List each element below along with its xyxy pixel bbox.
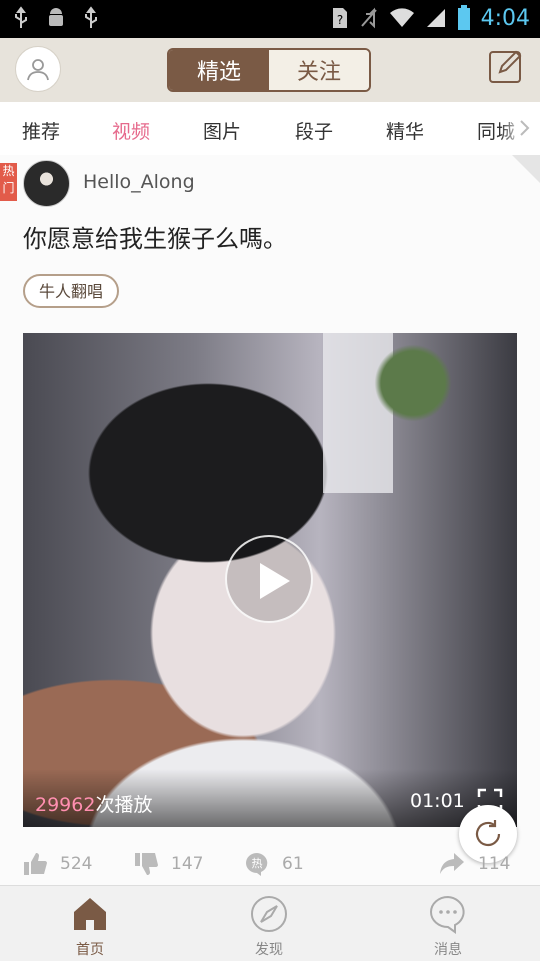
video-duration: 01:01	[410, 790, 465, 812]
refresh-icon	[475, 820, 501, 847]
thumbs-down-icon	[135, 853, 158, 875]
tab-recommend[interactable]: 推荐	[22, 117, 60, 144]
comment-count: 61	[282, 854, 304, 874]
dislike-action[interactable]: 147	[133, 851, 203, 877]
compass-icon	[251, 896, 287, 932]
wifi-icon	[389, 8, 414, 27]
video-player[interactable]: 29962次播放 01:01	[23, 333, 517, 827]
tab-pictures[interactable]: 图片	[203, 117, 241, 144]
home-icon	[74, 898, 106, 930]
thumbs-up-icon	[24, 853, 47, 875]
android-icon	[49, 8, 63, 26]
post-card: 热门 Hello_Along 你愿意给我生猴子么嗎。 牛人翻唱 29962次播放…	[0, 155, 540, 885]
avatar[interactable]	[23, 160, 70, 207]
username[interactable]: Hello_Along	[83, 171, 195, 193]
nav-messages[interactable]: 消息	[388, 886, 508, 961]
chat-bubble-icon	[430, 895, 465, 934]
tab-video[interactable]: 视频	[112, 117, 150, 144]
tab-jokes[interactable]: 段子	[295, 117, 333, 144]
segment-following[interactable]: 关注	[269, 50, 369, 90]
clock: 4:04	[480, 5, 530, 31]
share-action[interactable]: 114	[438, 851, 510, 877]
profile-button[interactable]	[15, 46, 61, 92]
dislike-count: 147	[171, 854, 204, 874]
play-button[interactable]	[225, 535, 313, 623]
feed-segment-control: 精选 关注	[167, 48, 371, 92]
user-icon	[27, 59, 49, 81]
topic-tag[interactable]: 牛人翻唱	[23, 274, 120, 308]
usb-icon	[85, 6, 97, 28]
category-tabs: 推荐 视频 图片 段子 精华 同城	[0, 103, 540, 156]
segment-featured[interactable]: 精选	[169, 50, 269, 90]
usb-icon	[15, 6, 27, 28]
svg-text:热: 热	[252, 857, 263, 870]
post-title[interactable]: 你愿意给我生猴子么嗎。	[23, 219, 287, 254]
play-count: 29962次播放	[35, 790, 152, 817]
nav-discover-label: 发现	[255, 942, 283, 958]
bottom-nav: 首页 发现 消息	[0, 885, 540, 961]
share-icon	[440, 853, 464, 874]
hot-comment-icon: 热	[246, 853, 268, 876]
svg-text:?: ?	[336, 13, 342, 27]
compose-icon[interactable]	[488, 48, 524, 84]
signal-icon	[426, 9, 445, 27]
play-count-number: 29962	[35, 794, 96, 816]
like-count: 524	[60, 854, 93, 874]
play-count-label: 次播放	[95, 794, 153, 816]
hot-badge: 热门	[0, 163, 17, 201]
top-header: 精选 关注	[0, 38, 540, 102]
like-action[interactable]: 524	[22, 851, 92, 877]
mute-icon	[360, 7, 377, 29]
tab-highlights[interactable]: 精华	[386, 117, 424, 144]
share-count: 114	[478, 854, 511, 874]
card-corner-fold	[512, 155, 540, 183]
chevron-right-icon[interactable]	[518, 119, 530, 137]
video-frame	[373, 333, 453, 433]
nav-discover[interactable]: 发现	[209, 886, 329, 961]
sim-unknown-icon: ?	[332, 8, 347, 28]
nav-home-label: 首页	[76, 942, 104, 958]
nav-messages-label: 消息	[434, 942, 462, 958]
battery-icon	[457, 5, 470, 30]
comment-action[interactable]: 热 61	[244, 851, 304, 877]
play-icon	[260, 563, 290, 599]
status-bar: ? 4:04	[0, 0, 540, 38]
nav-home[interactable]: 首页	[30, 886, 150, 961]
